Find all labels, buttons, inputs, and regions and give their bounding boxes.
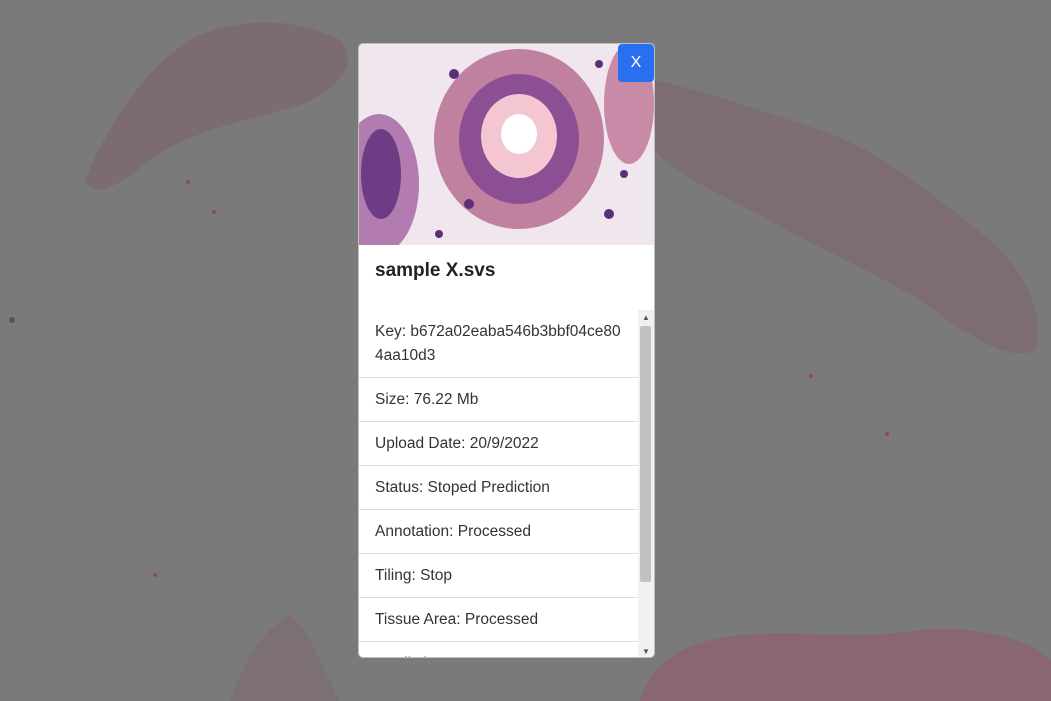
details-scrollbar[interactable]: ▲ ▼ [638, 310, 654, 657]
list-item-key: Key: b672a02eaba546b3bbf04ce804aa10d3 [359, 310, 638, 378]
list-item-annotation: Annotation: Processed [359, 510, 638, 554]
scroll-thumb[interactable] [640, 326, 651, 582]
scroll-up-arrow-icon[interactable]: ▲ [638, 310, 654, 324]
list-item-tissue-area: Tissue Area: Processed [359, 598, 638, 642]
file-details-modal: X sample X.svs Key: b672a02eaba546b3bbf0… [358, 43, 655, 658]
slide-thumbnail [359, 44, 654, 245]
scroll-down-arrow-icon[interactable]: ▼ [638, 644, 654, 657]
list-item-status: Status: Stoped Prediction [359, 466, 638, 510]
list-item-upload-date: Upload Date: 20/9/2022 [359, 422, 638, 466]
close-button[interactable]: X [618, 44, 654, 82]
list-item-prediction: Prediction: Stop [359, 642, 638, 657]
list-item-tiling: Tiling: Stop [359, 554, 638, 598]
details-list[interactable]: Key: b672a02eaba546b3bbf04ce804aa10d3 Si… [359, 310, 654, 657]
file-title: sample X.svs [375, 260, 496, 281]
list-item-size: Size: 76.22 Mb [359, 378, 638, 422]
